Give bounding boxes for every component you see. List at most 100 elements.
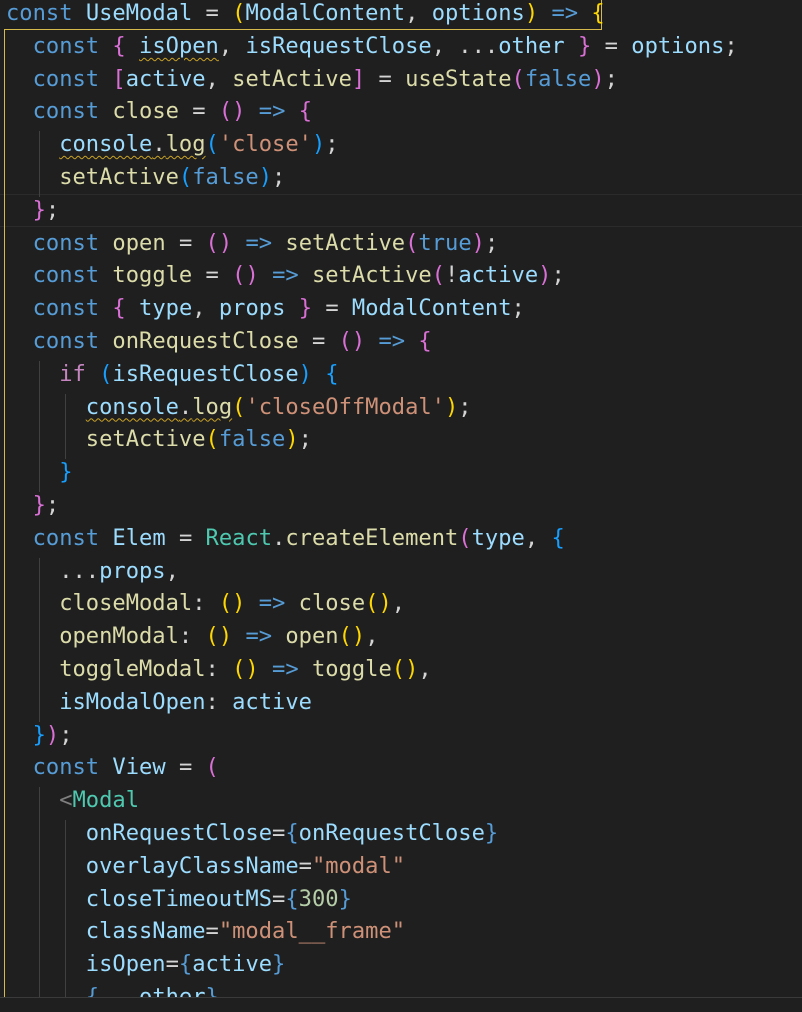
code-token: setActive [232, 65, 352, 92]
code-line[interactable]: setActive(false); [59, 164, 285, 197]
code-token: "modal__frame" [218, 918, 406, 945]
code-token: ) [311, 131, 326, 158]
code-token: type [139, 295, 193, 322]
indent-guide [38, 360, 40, 394]
code-line[interactable]: setActive(false); [86, 426, 312, 459]
code-line[interactable]: isModalOpen: active [59, 689, 312, 722]
code-token: => [245, 229, 273, 256]
code-token: React [205, 524, 273, 551]
code-token: () [338, 328, 366, 354]
code-token: log [192, 393, 233, 420]
code-token: setActive [59, 164, 179, 190]
code-line[interactable]: onRequestClose={onRequestClose} [86, 820, 498, 853]
code-token: } [59, 459, 73, 486]
code-token: Elem [112, 524, 166, 551]
code-line[interactable]: console.log('closeOffModal'); [86, 394, 472, 427]
code-token: ) [591, 65, 605, 92]
code-line[interactable]: const UseModal = (ModalContent, options)… [6, 0, 605, 33]
code-token: = [205, 918, 219, 945]
code-token: ) [258, 164, 273, 190]
code-token: ModalContent [351, 295, 512, 322]
code-token: } [32, 196, 46, 223]
code-line[interactable]: const toggle = () => setActive(!active); [33, 262, 565, 295]
code-line[interactable]: openModal: () => open(), [59, 623, 378, 656]
code-token: { [298, 98, 312, 125]
indent-guide [65, 820, 67, 853]
code-line[interactable]: {...other} [86, 984, 219, 997]
code-token: toggleModal [59, 656, 206, 682]
code-token: } [298, 295, 313, 322]
code-line[interactable]: const onRequestClose = () => { [33, 328, 432, 361]
indent-guide [38, 623, 40, 656]
code-token: = [272, 885, 286, 912]
code-token: () [205, 623, 233, 650]
code-token: () [218, 590, 246, 617]
code-line[interactable]: const { isOpen, isRequestClose, ...other… [33, 33, 738, 66]
code-token: = [272, 820, 286, 846]
code-token: true [418, 229, 472, 256]
code-token: const [32, 229, 100, 256]
code-token: () [232, 656, 259, 682]
code-line[interactable]: console.log('close'); [59, 131, 338, 164]
code-token: log [165, 131, 206, 158]
code-line[interactable]: toggleModal: () => toggle(), [59, 656, 432, 689]
code-token: 'closeOffModal' [245, 393, 445, 420]
code-token: } [272, 951, 286, 978]
code-token: => [258, 590, 286, 617]
code-line[interactable]: const [active, setActive] = useState(fal… [33, 66, 618, 99]
code-line[interactable]: const View = ( [33, 754, 219, 787]
code-token: options [431, 0, 525, 26]
code-token: : [178, 623, 206, 650]
code-token: ) [524, 0, 539, 26]
code-token: ModalContent [245, 0, 406, 26]
code-token: const [32, 262, 100, 289]
code-line[interactable]: }); [33, 722, 73, 755]
code-line[interactable]: overlayClassName="modal" [86, 853, 405, 886]
code-line[interactable]: }; [33, 197, 60, 230]
indent-guide [38, 164, 40, 197]
code-line[interactable]: closeTimeoutMS={300} [86, 886, 352, 919]
code-line[interactable]: if (isRequestClose) { [59, 361, 338, 394]
code-token: closeTimeoutMS [85, 885, 273, 912]
code-line[interactable]: ...props, [59, 558, 179, 591]
code-line[interactable]: isOpen={active} [86, 951, 286, 984]
code-line[interactable]: className="modal__frame" [86, 918, 405, 951]
code-token: { [112, 32, 126, 59]
code-token: ( [205, 426, 219, 453]
code-line[interactable]: }; [33, 492, 60, 525]
code-token: { [551, 524, 565, 551]
indent-guide [38, 984, 40, 997]
code-line[interactable]: const close = () => { [33, 98, 312, 131]
code-token: ) [45, 721, 60, 748]
indent-guide [65, 852, 67, 886]
code-token: } [484, 820, 499, 846]
code-line[interactable]: } [59, 459, 72, 492]
code-line[interactable]: const { type, props } = ModalContent; [33, 295, 525, 328]
code-line[interactable]: const open = () => setActive(true); [33, 230, 499, 263]
code-token: , [524, 524, 552, 551]
code-line[interactable]: closeModal: () => close(), [59, 590, 405, 623]
code-editor[interactable]: const UseModal = (ModalContent, options)… [0, 0, 802, 997]
code-line[interactable]: const Elem = React.createElement(type, { [33, 525, 565, 558]
code-token: const [32, 524, 100, 551]
code-token: active [232, 688, 312, 715]
code-token: , ... [431, 32, 499, 59]
indent-guide [38, 951, 40, 984]
code-line[interactable]: <Modal [59, 787, 139, 820]
horizontal-scrollbar[interactable] [0, 997, 802, 1012]
code-token: close [298, 590, 366, 617]
code-token: ) [298, 360, 312, 387]
code-token: ) [538, 262, 552, 289]
code-token: < [59, 787, 73, 814]
code-token: false [192, 164, 259, 190]
